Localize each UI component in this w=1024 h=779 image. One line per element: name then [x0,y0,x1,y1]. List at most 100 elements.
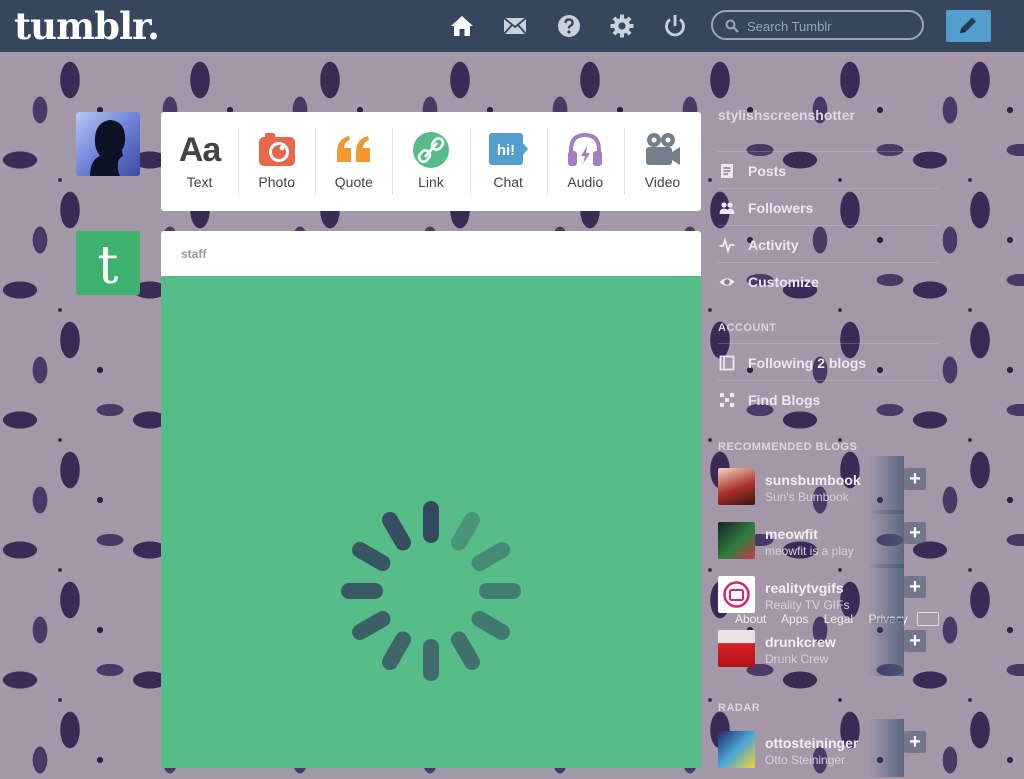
sidebar-account-heading: ACCOUNT [718,322,777,334]
people-icon [719,201,735,214]
help-icon[interactable] [557,14,581,38]
link-icon [412,132,449,168]
sidebar-item-label: Activity [748,236,799,253]
post-type-label: Video [644,174,681,190]
sidebar-radar-heading: RADAR [718,702,761,714]
recommended-blog-name: meowfit [765,526,818,542]
spinner-bar [382,511,411,551]
pencil-icon [960,17,976,33]
power-logout-icon[interactable] [663,14,687,38]
follow-plus-button[interactable]: + [904,630,926,652]
headphones-icon [568,132,603,166]
post-type-chat[interactable]: hi! Chat [469,112,547,211]
follow-plus-button[interactable]: + [904,731,926,753]
spinner-bar [423,501,439,543]
sidebar-item-customize[interactable]: Customize [718,262,938,300]
sidebar-item-label: Find Blogs [748,391,821,408]
spinner-bar [351,542,391,571]
staff-avatar[interactable]: t [76,231,140,295]
post-type-label: Chat [493,174,523,190]
post-type-text[interactable]: Aa Text [161,112,238,211]
sidebar-item-activity[interactable]: Activity [718,225,938,263]
compose-post-button[interactable] [946,10,991,42]
quote-icon [336,136,370,162]
sidebar-item-posts[interactable]: Posts [718,151,938,189]
recommended-blog-name: ottosteininger [765,735,859,751]
spinner-bar [471,611,511,640]
blog-avatar [718,630,755,667]
post-type-bar: Aa Text Photo Quote Link hi! Chat Audio … [161,112,701,211]
spinner-bar [341,583,383,599]
recommended-blog[interactable]: meowfit meowfit is a play + [718,510,928,570]
footer-link-apps[interactable]: Apps [781,612,808,626]
svg-text:t: t [98,236,119,295]
settings-gear-icon[interactable] [610,14,634,38]
recommended-blog-tagline: Reality TV GIFs [765,598,850,612]
blog-avatar [718,522,755,559]
sidebar-blog-name[interactable]: stylishscreenshotter [718,107,855,123]
mail-icon[interactable] [503,14,527,38]
sidebar-item-label: Posts [748,162,787,179]
recommended-blog-name: sunsbumbook [765,472,861,488]
follow-plus-button[interactable]: + [904,576,926,598]
sidebar-item-find-blogs[interactable]: Find Blogs [718,380,938,418]
sidebar-item-label: Following 2 blogs [748,354,867,371]
post-type-label: Photo [258,174,295,190]
video-camera-icon [646,133,681,165]
tumblr-logo[interactable]: tumblr. [14,3,160,49]
tumblr-t-icon: t [98,236,119,295]
recommended-blog-tagline: Drunk Crew [765,652,829,666]
keyboard-shortcuts-icon[interactable] [917,612,939,626]
spinner-bar [451,511,480,551]
post-type-label: Quote [334,174,373,190]
home-icon[interactable] [450,14,474,38]
recommended-blog[interactable]: drunkcrew Drunk Crew + [718,618,928,678]
loading-spinner-icon [341,501,521,681]
sidebar-item-label: Followers [748,199,814,216]
post-type-video[interactable]: Video [623,112,701,211]
post-type-photo[interactable]: Photo [238,112,315,211]
sidebar-item-following[interactable]: Following 2 blogs [718,343,938,381]
text-aa-icon: Aa [178,131,221,169]
document-icon [721,163,733,178]
recommended-blog[interactable]: sunsbumbook Sun's Bumbook + [718,456,928,516]
recommended-blog-tagline: Sun's Bumbook [765,490,849,504]
spinner-bar [423,639,439,681]
activity-icon [719,236,735,253]
eye-icon [719,277,735,286]
footer-link-legal[interactable]: Legal [824,612,853,626]
spinner-bar [382,631,411,671]
follow-plus-button[interactable]: + [904,468,926,490]
dashboard-post: staff [161,231,701,768]
search-input[interactable] [745,15,919,37]
search-box[interactable] [711,10,924,40]
search-icon [725,19,739,33]
top-navigation-bar: tumblr. [0,0,1024,52]
footer-link-about[interactable]: About [735,612,766,626]
spinner-bar [471,542,511,571]
recommended-blog-name: drunkcrew [765,634,836,650]
post-type-label: Audio [567,174,604,190]
spinner-bar [479,583,521,599]
tv-logo-icon [723,581,750,608]
post-type-label: Link [418,174,444,190]
find-blogs-icon [720,392,734,407]
post-type-quote[interactable]: Quote [315,112,392,211]
sidebar-item-followers[interactable]: Followers [718,188,938,226]
blog-avatar [718,731,755,768]
blog-avatar [718,576,755,613]
recommended-blog[interactable]: ottosteininger Otto Steininger + [718,719,928,779]
user-avatar[interactable] [76,112,140,176]
post-author-name[interactable]: staff [181,247,206,261]
follow-plus-button[interactable]: + [904,522,926,544]
chat-icon: hi! [489,133,529,165]
chat-hi-glyph: hi! [497,142,515,159]
post-type-link[interactable]: Link [392,112,469,211]
book-icon [719,355,735,370]
recommended-blog-tagline: meowfit is a play [765,544,854,558]
sidebar-recommended-heading: RECOMMENDED BLOGS [718,441,858,453]
camera-icon [258,133,295,166]
recommended-blog-name: realitytvgifs [765,580,844,596]
post-type-label: Text [186,174,213,190]
post-type-audio[interactable]: Audio [546,112,624,211]
